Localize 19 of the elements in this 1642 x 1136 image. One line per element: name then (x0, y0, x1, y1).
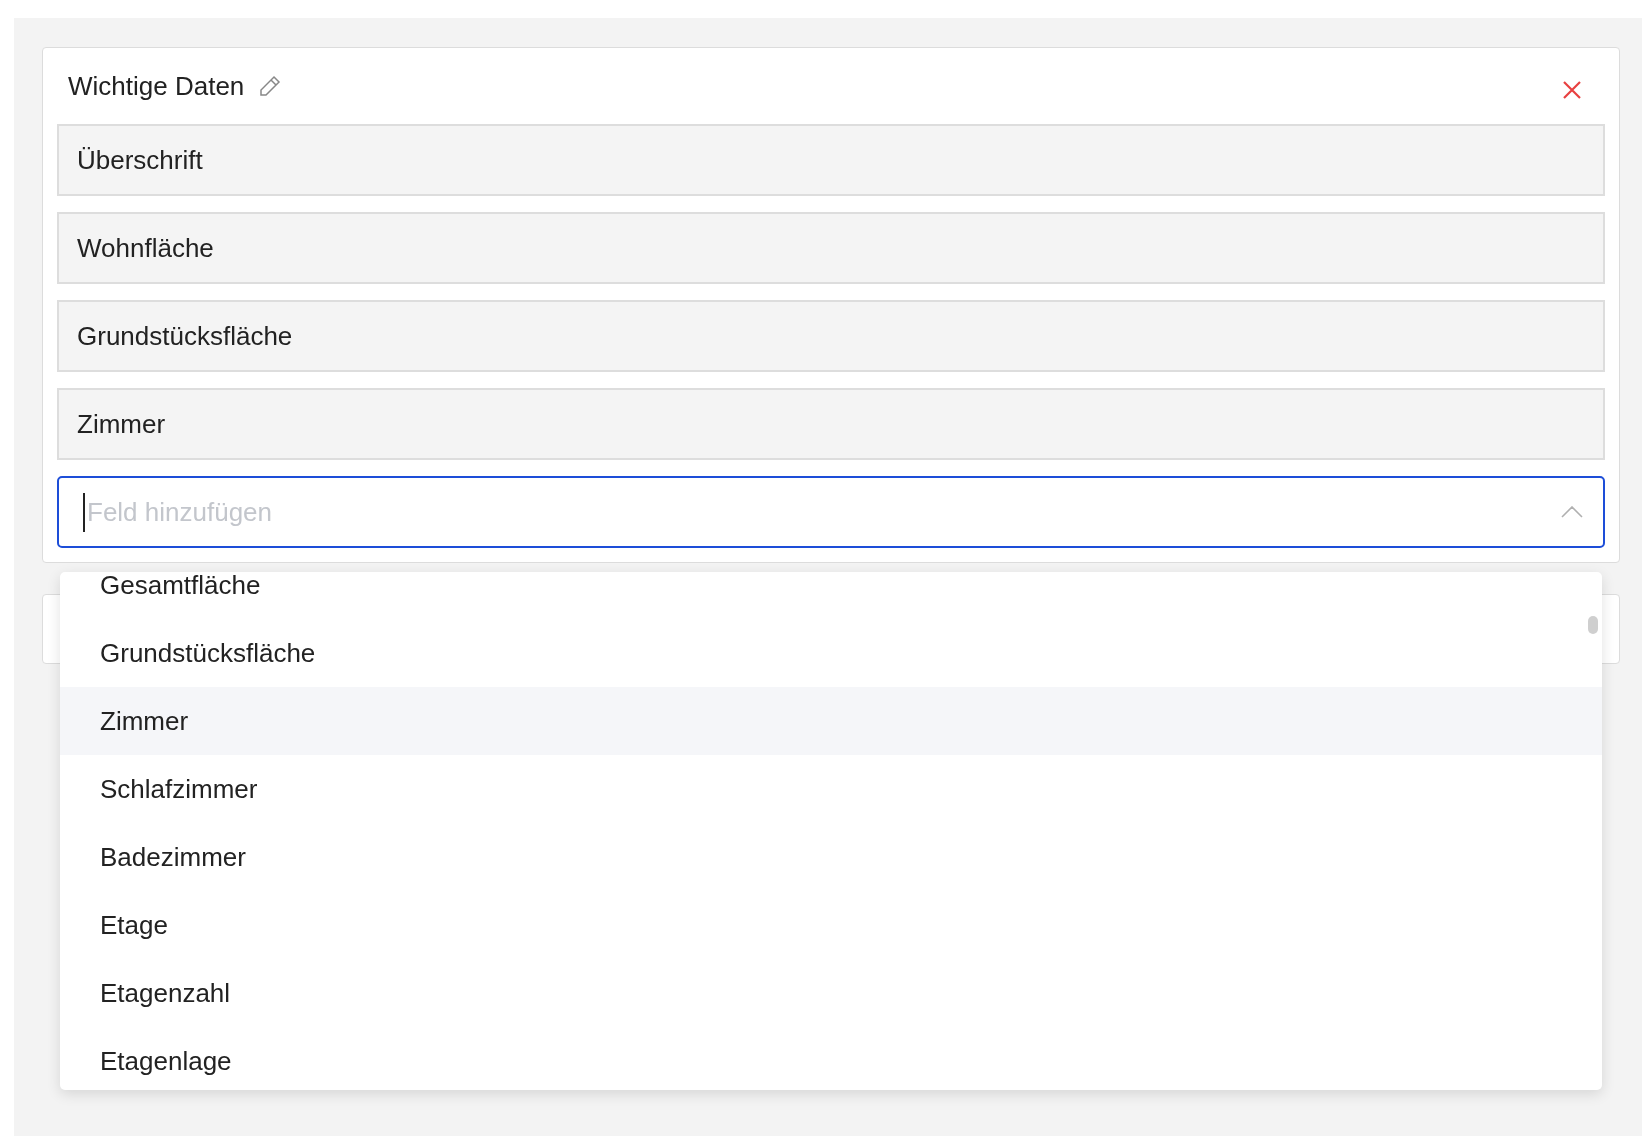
pencil-icon (258, 74, 283, 98)
dropdown-option[interactable]: Etage (60, 891, 1602, 959)
dropdown-option[interactable]: Etagenzahl (60, 959, 1602, 1027)
field-row[interactable]: Grundstücksfläche (57, 300, 1605, 372)
close-button[interactable] (1561, 79, 1583, 101)
dropdown-option[interactable]: Schlafzimmer (60, 755, 1602, 823)
dropdown-option[interactable]: Badezimmer (60, 823, 1602, 891)
card-title: Wichtige Daten (68, 69, 245, 103)
field-row[interactable]: Zimmer (57, 388, 1605, 460)
select-input[interactable]: Feld hinzufügen (83, 492, 1561, 532)
select-field[interactable]: Feld hinzufügen (57, 476, 1605, 548)
scrollbar-thumb[interactable] (1588, 616, 1598, 634)
dropdown-option[interactable]: Grundstücksfläche (60, 619, 1602, 687)
field-row[interactable]: Wohnfläche (57, 212, 1605, 284)
dropdown-option[interactable]: Zimmer (60, 687, 1602, 755)
chevron-up-icon (1561, 506, 1583, 518)
field-row[interactable]: Überschrift (57, 124, 1605, 196)
dropdown-option[interactable]: Gesamtfläche (60, 572, 1602, 619)
dropdown-option[interactable]: Etagenlage (60, 1027, 1602, 1090)
